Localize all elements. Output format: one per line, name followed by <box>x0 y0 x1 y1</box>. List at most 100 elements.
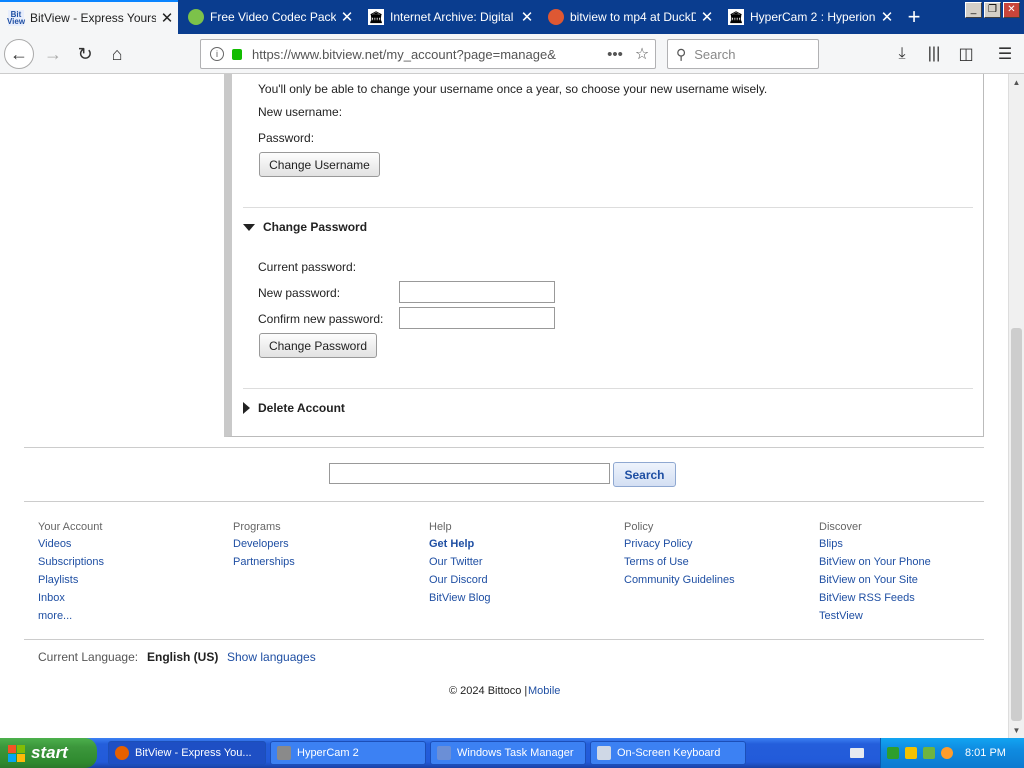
change-password-button[interactable]: Change Password <box>259 333 377 358</box>
start-button[interactable]: start <box>0 738 97 768</box>
new-password-label: New password: <box>258 286 341 300</box>
page-actions-icon[interactable]: ••• <box>601 46 629 63</box>
footer-heading: Policy <box>624 521 654 533</box>
confirm-password-field[interactable] <box>399 307 555 329</box>
home-button[interactable]: ⌂ <box>102 39 132 69</box>
close-icon[interactable]: ✕ <box>156 9 178 27</box>
footer-link-developers[interactable]: Developers <box>233 538 423 556</box>
lock-icon[interactable] <box>232 48 242 60</box>
footer-link-phone[interactable]: BitView on Your Phone <box>819 556 1008 574</box>
back-button[interactable]: ← <box>4 39 34 69</box>
footer-search-button[interactable]: Search <box>613 462 676 487</box>
footer-link-discord[interactable]: Our Discord <box>429 574 619 592</box>
footer-link-blog[interactable]: BitView Blog <box>429 592 619 610</box>
tab-duckduckgo[interactable]: bitview to mp4 at DuckDuckGo ✕ <box>540 0 718 34</box>
search-placeholder: Search <box>694 46 736 62</box>
change-password-header[interactable]: Change Password <box>243 220 367 234</box>
vertical-scrollbar[interactable]: ▲ ▼ <box>1008 74 1024 738</box>
reload-icon: ↻ <box>77 43 93 64</box>
tab-bitview[interactable]: Bit View BitView - Express Yourself ✕ <box>0 0 178 34</box>
taskbar-item-task-manager[interactable]: Windows Task Manager <box>430 741 586 765</box>
close-icon[interactable]: ✕ <box>336 8 358 26</box>
reload-button[interactable]: ↻ <box>70 39 100 69</box>
footer-link-get-help[interactable]: Get Help <box>429 538 619 556</box>
task-label: On-Screen Keyboard <box>617 747 721 759</box>
close-icon[interactable]: ✕ <box>516 8 538 26</box>
sidebar-button[interactable]: ◫ <box>951 39 981 69</box>
start-label: start <box>31 743 68 762</box>
tab-title: HyperCam 2 : Hyperionics <box>750 10 876 24</box>
close-icon[interactable]: ✕ <box>696 8 718 26</box>
security-shield-icon[interactable] <box>905 747 917 759</box>
tab-internet-archive[interactable]: 🏛 Internet Archive: Digital ✕ <box>360 0 538 34</box>
language-value: English (US) <box>147 650 219 664</box>
taskbar-item-keyboard[interactable]: On-Screen Keyboard <box>590 741 746 765</box>
password-label: Password: <box>258 131 315 145</box>
footer-heading: Programs <box>233 521 281 533</box>
tab-hypercam[interactable]: 🏛 HyperCam 2 : Hyperionics ✕ <box>720 0 898 34</box>
arrow-right-icon: → <box>44 43 62 64</box>
footer-link-site[interactable]: BitView on Your Site <box>819 574 1008 592</box>
search-bar[interactable]: ⚲ Search <box>667 39 819 69</box>
taskbar-item-firefox[interactable]: BitView - Express You... <box>108 741 266 765</box>
delete-account-header[interactable]: Delete Account <box>243 401 345 415</box>
footer-link-inbox[interactable]: Inbox <box>38 592 228 610</box>
tab-codec-packs[interactable]: Free Video Codec Packs ✕ <box>180 0 358 34</box>
hypercam-icon <box>277 746 291 760</box>
footer-link-partnerships[interactable]: Partnerships <box>233 556 423 574</box>
archive-favicon-icon: 🏛 <box>728 9 744 25</box>
hamburger-menu-icon: ☰ <box>997 46 1013 63</box>
footer-search-input[interactable] <box>329 463 610 484</box>
firefox-icon <box>115 746 129 760</box>
footer-link-blips[interactable]: Blips <box>819 538 1008 556</box>
library-button[interactable]: ||| <box>919 39 949 69</box>
page-content: You'll only be able to change your usern… <box>0 74 1008 738</box>
footer-link-terms[interactable]: Terms of Use <box>624 556 814 574</box>
footer-link-rss[interactable]: BitView RSS Feeds <box>819 592 1008 610</box>
search-tray-icon[interactable] <box>941 747 953 759</box>
footer-link-videos[interactable]: Videos <box>38 538 228 556</box>
address-bar[interactable]: i https://www.bitview.net/my_account?pag… <box>200 39 656 69</box>
language-label: Current Language: <box>38 650 139 664</box>
keyboard-tray-icon[interactable] <box>850 748 864 758</box>
close-icon[interactable]: ✕ <box>876 8 898 26</box>
footer-link-testview[interactable]: TestView <box>819 610 1008 628</box>
navigation-toolbar: ← → ↻ ⌂ i https://www.bitview.net/my_acc… <box>0 34 1024 74</box>
footer-link-privacy[interactable]: Privacy Policy <box>624 538 814 556</box>
arrow-left-icon: ← <box>10 43 28 64</box>
footer-heading: Help <box>429 521 452 533</box>
scroll-down-icon[interactable]: ▼ <box>1009 722 1024 738</box>
new-password-field[interactable] <box>399 281 555 303</box>
bookmark-star-icon[interactable]: ☆ <box>629 44 655 64</box>
clock: 8:01 PM <box>965 747 1006 759</box>
new-tab-button[interactable]: + <box>902 4 926 30</box>
menu-button[interactable]: ☰ <box>990 39 1020 69</box>
footer-link-subscriptions[interactable]: Subscriptions <box>38 556 228 574</box>
downloads-button[interactable]: ⤓ <box>887 39 917 69</box>
delete-account-heading: Delete Account <box>258 401 345 415</box>
info-icon[interactable]: i <box>210 47 224 61</box>
footer-link-twitter[interactable]: Our Twitter <box>429 556 619 574</box>
footer-heading: Your Account <box>38 521 103 533</box>
scrollbar-thumb[interactable] <box>1011 328 1022 721</box>
update-icon[interactable] <box>923 747 935 759</box>
confirm-password-label: Confirm new password: <box>258 312 384 326</box>
library-icon: ||| <box>927 45 941 62</box>
close-window-button[interactable]: ✕ <box>1003 2 1020 18</box>
task-manager-icon <box>437 746 451 760</box>
scroll-up-icon[interactable]: ▲ <box>1009 74 1024 90</box>
footer-link-guidelines[interactable]: Community Guidelines <box>624 574 814 592</box>
footer-link-more[interactable]: more... <box>38 610 228 628</box>
tab-strip: Bit View BitView - Express Yourself ✕ Fre… <box>0 0 1024 34</box>
forward-button[interactable]: → <box>38 39 68 69</box>
taskbar-item-hypercam[interactable]: HyperCam 2 <box>270 741 426 765</box>
url-text[interactable]: https://www.bitview.net/my_account?page=… <box>252 47 601 62</box>
restore-button[interactable]: ❐ <box>984 2 1001 18</box>
network-icon[interactable] <box>887 747 899 759</box>
current-password-label: Current password: <box>258 260 357 274</box>
mobile-link[interactable]: Mobile <box>528 685 560 697</box>
show-languages-link[interactable]: Show languages <box>227 650 316 664</box>
change-username-button[interactable]: Change Username <box>259 152 380 177</box>
minimize-button[interactable]: _ <box>965 2 982 18</box>
footer-link-playlists[interactable]: Playlists <box>38 574 228 592</box>
